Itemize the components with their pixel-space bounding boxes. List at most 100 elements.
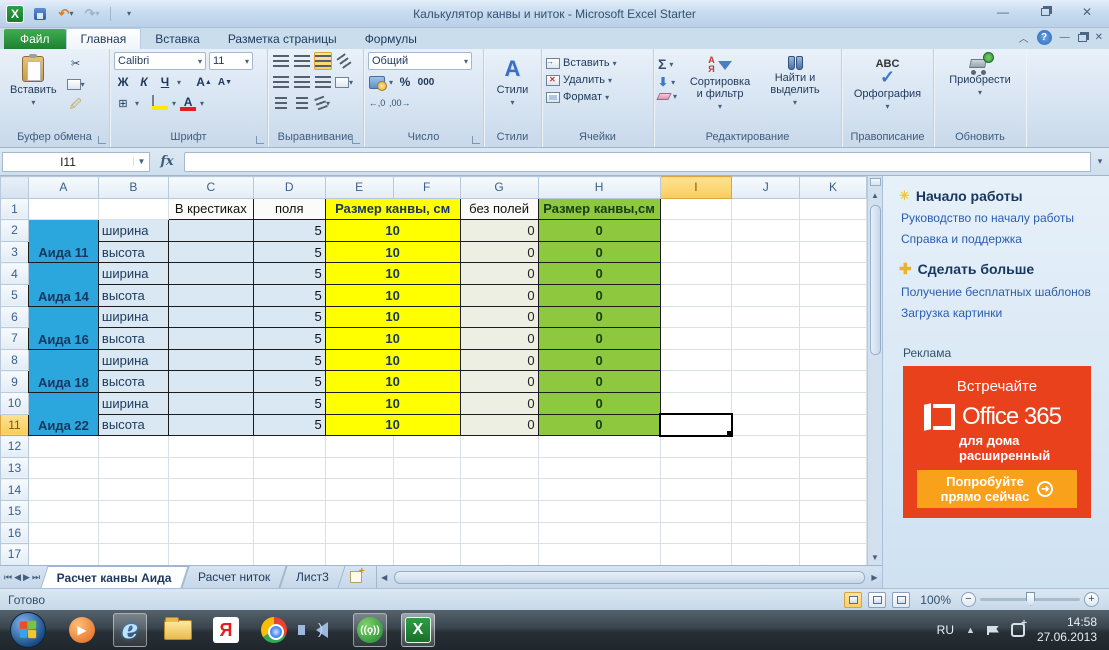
name-box[interactable]: I11 ▼ xyxy=(2,152,150,172)
scroll-right-arrow[interactable]: ▶ xyxy=(867,570,882,585)
column-header-J[interactable]: J xyxy=(732,177,800,199)
cell-H3[interactable]: 0 xyxy=(538,241,660,263)
cell-H2[interactable]: 0 xyxy=(538,220,660,242)
cell-I7[interactable] xyxy=(660,328,732,350)
cell[interactable] xyxy=(732,220,800,242)
tab-home[interactable]: Главная xyxy=(66,28,142,49)
cell-D10[interactable]: 5 xyxy=(253,392,325,414)
cell-E3[interactable]: 10 xyxy=(325,241,460,263)
office365-ad[interactable]: Встречайте Office 365 для домарасширенны… xyxy=(903,366,1091,518)
link-free-templates[interactable]: Получение бесплатных шаблонов xyxy=(901,285,1095,299)
accounting-format-button[interactable] xyxy=(368,73,386,91)
cell-G2[interactable]: 0 xyxy=(460,220,538,242)
column-header-H[interactable]: H xyxy=(538,177,660,199)
cell[interactable] xyxy=(732,198,800,220)
cell-D1[interactable]: поля xyxy=(253,198,325,220)
dialog-launcher-icon[interactable] xyxy=(256,136,264,144)
cell-E7[interactable]: 10 xyxy=(325,328,460,350)
taskbar-file-explorer[interactable] xyxy=(161,613,195,647)
cell[interactable] xyxy=(28,479,98,501)
cell[interactable] xyxy=(800,284,867,306)
taskbar-media-player[interactable]: ▶ xyxy=(65,613,99,647)
percent-style-button[interactable]: % xyxy=(396,73,414,91)
cell-B6[interactable]: ширина xyxy=(98,306,168,328)
number-format-combo[interactable]: Общий▾ xyxy=(368,52,472,70)
link-getting-started-guide[interactable]: Руководство по началу работы xyxy=(901,211,1095,225)
zoom-level[interactable]: 100% xyxy=(920,593,951,607)
start-button[interactable] xyxy=(10,612,46,648)
cell-D3[interactable]: 5 xyxy=(253,241,325,263)
cell[interactable] xyxy=(538,522,660,544)
row-header-2[interactable]: 2 xyxy=(1,220,29,242)
prev-sheet-button[interactable]: ◀ xyxy=(14,572,21,583)
align-center-button[interactable] xyxy=(293,73,311,91)
cell-D6[interactable]: 5 xyxy=(253,306,325,328)
zoom-in-button[interactable]: + xyxy=(1084,592,1099,607)
cell[interactable] xyxy=(168,544,253,566)
cell[interactable] xyxy=(732,500,800,522)
merge-center-button[interactable]: ▾ xyxy=(335,73,353,91)
cell-H11[interactable]: 0 xyxy=(538,414,660,436)
cell[interactable] xyxy=(98,479,168,501)
row-header-14[interactable]: 14 xyxy=(1,479,29,501)
format-painter-button[interactable]: 🖉 xyxy=(67,96,85,114)
cell-D7[interactable]: 5 xyxy=(253,328,325,350)
cell-G1[interactable]: без полей xyxy=(460,198,538,220)
cell-H9[interactable]: 0 xyxy=(538,371,660,393)
cell-B10[interactable]: ширина xyxy=(98,392,168,414)
paste-button[interactable]: Вставить▾ xyxy=(4,52,63,131)
cell-C3[interactable] xyxy=(168,241,253,263)
cell-G5[interactable]: 0 xyxy=(460,284,538,306)
spelling-button[interactable]: ABC✓ Орфография▾ xyxy=(848,52,927,131)
cell[interactable] xyxy=(732,436,800,458)
column-header-K[interactable]: K xyxy=(800,177,867,199)
cell-E4[interactable]: 10 xyxy=(325,263,460,285)
wrap-text-button[interactable]: ▾ xyxy=(314,94,332,112)
cell[interactable] xyxy=(800,198,867,220)
shrink-font-button[interactable]: А▼ xyxy=(216,73,234,91)
cell-E10[interactable]: 10 xyxy=(325,392,460,414)
tab-page-layout[interactable]: Разметка страницы xyxy=(214,29,351,49)
column-header-B[interactable]: B xyxy=(98,177,168,199)
row-header-1[interactable]: 1 xyxy=(1,198,29,220)
undo-button[interactable]: ↶▾ xyxy=(56,5,76,23)
italic-button[interactable]: К xyxy=(135,73,153,91)
cell[interactable] xyxy=(732,328,800,350)
row-header-10[interactable]: 10 xyxy=(1,392,29,414)
row-header-17[interactable]: 17 xyxy=(1,544,29,566)
cell[interactable] xyxy=(660,198,732,220)
cell-H7[interactable]: 0 xyxy=(538,328,660,350)
zoom-thumb[interactable] xyxy=(1026,592,1035,606)
cell[interactable] xyxy=(168,436,253,458)
cell-aida-Аида-11[interactable]: Аида 11 xyxy=(28,220,98,263)
cell[interactable] xyxy=(28,198,98,220)
cell-B9[interactable]: высота xyxy=(98,371,168,393)
cell[interactable] xyxy=(168,457,253,479)
align-middle-button[interactable] xyxy=(293,52,311,70)
cell[interactable] xyxy=(393,522,460,544)
cell-C7[interactable] xyxy=(168,328,253,350)
cell[interactable] xyxy=(325,544,393,566)
cell[interactable] xyxy=(393,500,460,522)
next-sheet-button[interactable]: ▶ xyxy=(23,572,30,583)
cell[interactable] xyxy=(732,457,800,479)
cell[interactable] xyxy=(393,436,460,458)
column-header-E[interactable]: E xyxy=(325,177,393,199)
cell[interactable] xyxy=(98,544,168,566)
cell[interactable] xyxy=(800,349,867,371)
cell[interactable] xyxy=(460,436,538,458)
cell-B5[interactable]: высота xyxy=(98,284,168,306)
cell-aida-Аида-14[interactable]: Аида 14 xyxy=(28,263,98,306)
row-header-7[interactable]: 7 xyxy=(1,328,29,350)
align-bottom-button[interactable] xyxy=(314,52,332,70)
insert-cells-button[interactable]: Вставить▾ xyxy=(546,57,649,69)
cell[interactable] xyxy=(732,479,800,501)
cell[interactable] xyxy=(732,263,800,285)
cell[interactable] xyxy=(460,544,538,566)
cell-D11[interactable]: 5 xyxy=(253,414,325,436)
cell[interactable] xyxy=(538,500,660,522)
cell-I9[interactable] xyxy=(660,371,732,393)
cell[interactable] xyxy=(168,500,253,522)
restore-button[interactable] xyxy=(1031,4,1059,20)
cell[interactable] xyxy=(732,414,800,436)
